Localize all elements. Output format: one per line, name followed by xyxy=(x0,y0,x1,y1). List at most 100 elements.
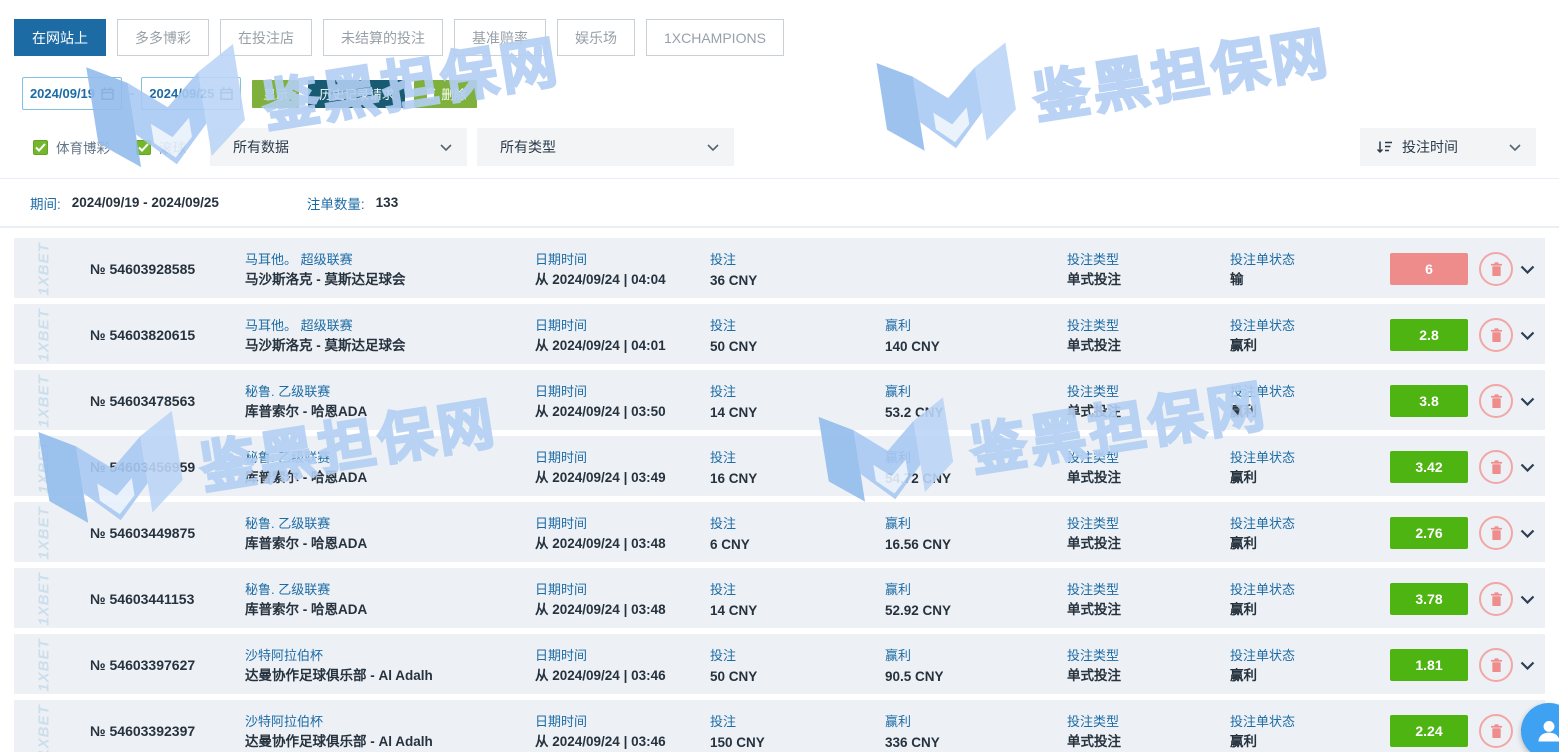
watermark-text: 鉴黑担保网 xyxy=(1027,8,1336,135)
tab[interactable]: 多多博彩 xyxy=(117,19,209,56)
history-request-button[interactable]: 历史记录请求 xyxy=(308,80,405,108)
bet-type-label: 投注类型 xyxy=(1067,447,1215,466)
league-link[interactable]: 秘鲁. 乙级联赛 xyxy=(245,579,520,598)
row-brand-watermark: 1XBET xyxy=(36,638,53,691)
check-icon xyxy=(35,143,46,152)
show-button[interactable]: 显示 xyxy=(252,80,299,108)
data-filter-dropdown[interactable]: 所有数据 xyxy=(210,128,467,166)
bet-amount-label: 投注 xyxy=(710,579,870,598)
tab[interactable]: 在投注店 xyxy=(220,19,312,56)
win-amount-value: 53.2 CNY xyxy=(885,405,1050,420)
league-link[interactable]: 沙特阿拉伯杯 xyxy=(245,711,520,730)
bet-type-value: 单式投注 xyxy=(1067,466,1215,486)
chevron-down-icon xyxy=(1520,265,1535,274)
win-amount-label: 赢利 xyxy=(885,315,1050,334)
person-icon xyxy=(1535,717,1559,745)
expand-row-button[interactable] xyxy=(1520,634,1545,696)
league-link[interactable]: 秘鲁. 乙级联赛 xyxy=(245,381,520,400)
datetime-value: 从 2024/09/24 | 04:01 xyxy=(535,334,695,354)
chevron-down-icon xyxy=(707,144,719,151)
league-link[interactable]: 秘鲁. 乙级联赛 xyxy=(245,513,520,532)
period-value: 2024/09/19 - 2024/09/25 xyxy=(72,195,219,210)
delete-bet-button[interactable] xyxy=(1479,384,1513,418)
live-checkbox-label[interactable]: 滚球 xyxy=(159,137,186,157)
bet-type-value: 单式投注 xyxy=(1067,598,1215,618)
expand-row-button[interactable] xyxy=(1520,568,1545,630)
league-link[interactable]: 马耳他。 超级联赛 xyxy=(245,315,520,334)
expand-row-button[interactable] xyxy=(1520,238,1545,300)
win-amount-value: 16.56 CNY xyxy=(885,537,1050,552)
sort-dropdown[interactable]: 投注时间 xyxy=(1360,128,1536,166)
bet-amount-value: 50 CNY xyxy=(710,669,870,684)
calendar-icon xyxy=(101,87,114,100)
datetime-value: 从 2024/09/24 | 03:46 xyxy=(535,664,695,684)
win-amount-label: 赢利 xyxy=(885,447,1050,466)
league-link[interactable]: 马耳他。 超级联赛 xyxy=(245,249,520,268)
bet-status-value: 赢利 xyxy=(1230,400,1373,420)
win-amount-label: 赢利 xyxy=(885,579,1050,598)
match-name: 达曼协作足球俱乐部 - Al Adalh xyxy=(245,730,520,750)
chevron-down-icon xyxy=(1520,529,1535,538)
summary-bar: 期间: 2024/09/19 - 2024/09/25 注单数量: 133 xyxy=(0,178,1559,228)
odds-badge: 2.24 xyxy=(1390,715,1468,747)
odds-badge: 1.81 xyxy=(1390,649,1468,681)
delete-bet-button[interactable] xyxy=(1479,516,1513,550)
sport-checkbox[interactable] xyxy=(33,140,48,155)
guarantee-logo-icon xyxy=(77,37,262,199)
delete-button[interactable]: 删除 xyxy=(414,80,477,108)
tab[interactable]: 娱乐场 xyxy=(557,19,635,56)
bet-number: № 54603456959 xyxy=(90,459,195,475)
bet-status-label: 投注单状态 xyxy=(1230,315,1373,334)
tab[interactable]: 未结算的投注 xyxy=(323,19,443,56)
bet-amount-value: 14 CNY xyxy=(710,405,870,420)
datetime-value: 从 2024/09/24 | 04:04 xyxy=(535,268,695,288)
match-name: 库普索尔 - 哈恩ADA xyxy=(245,400,520,420)
date-from-value: 2024/09/19 xyxy=(30,86,95,101)
tab-label: 多多博彩 xyxy=(135,28,191,48)
win-amount-label: 赢利 xyxy=(885,381,1050,400)
datetime-value: 从 2024/09/24 | 03:49 xyxy=(535,466,695,486)
bet-amount-label: 投注 xyxy=(710,645,870,664)
bet-status-value: 赢利 xyxy=(1230,730,1373,750)
bet-type-label: 投注类型 xyxy=(1067,711,1215,730)
row-brand-watermark: 1XBET xyxy=(36,374,53,427)
datetime-label: 日期时间 xyxy=(535,711,695,730)
league-link[interactable]: 沙特阿拉伯杯 xyxy=(245,645,520,664)
match-name: 库普索尔 - 哈恩ADA xyxy=(245,598,520,618)
date-to-input[interactable]: 2024/09/25 xyxy=(141,77,241,110)
bet-type-value: 单式投注 xyxy=(1067,400,1215,420)
bet-number: № 54603441153 xyxy=(90,591,194,607)
bet-number: № 54603392397 xyxy=(90,723,195,739)
odds-badge: 2.76 xyxy=(1390,517,1468,549)
expand-row-button[interactable] xyxy=(1520,370,1545,432)
delete-bet-button[interactable] xyxy=(1479,714,1513,748)
match-name: 马沙斯洛克 - 莫斯达足球会 xyxy=(245,334,520,354)
odds-badge: 2.8 xyxy=(1390,319,1468,351)
row-brand-watermark: 1XBET xyxy=(36,440,53,493)
odds-badge: 3.8 xyxy=(1390,385,1468,417)
tab[interactable]: 基准赔率 xyxy=(454,19,546,56)
bet-number: № 54603397627 xyxy=(90,657,195,673)
match-name: 马沙斯洛克 - 莫斯达足球会 xyxy=(245,268,520,288)
delete-bet-button[interactable] xyxy=(1479,648,1513,682)
datetime-value: 从 2024/09/24 | 03:50 xyxy=(535,400,695,420)
expand-row-button[interactable] xyxy=(1520,436,1545,498)
tab[interactable]: 1XCHAMPIONS xyxy=(646,19,784,56)
type-filter-dropdown[interactable]: 所有类型 xyxy=(477,128,734,166)
live-checkbox[interactable] xyxy=(136,140,151,155)
delete-bet-button[interactable] xyxy=(1479,582,1513,616)
delete-bet-button[interactable] xyxy=(1479,318,1513,352)
expand-row-button[interactable] xyxy=(1520,502,1545,564)
chevron-down-icon xyxy=(440,144,452,151)
bet-type-label: 投注类型 xyxy=(1067,579,1215,598)
bet-type-value: 单式投注 xyxy=(1067,532,1215,552)
date-from-input[interactable]: 2024/09/19 xyxy=(22,77,122,110)
expand-row-button[interactable] xyxy=(1520,304,1545,366)
delete-bet-button[interactable] xyxy=(1479,450,1513,484)
delete-bet-button[interactable] xyxy=(1479,252,1513,286)
sport-checkbox-label[interactable]: 体育博彩 xyxy=(56,137,110,157)
row-brand-watermark: 1XBET xyxy=(36,704,53,752)
tab[interactable]: 在网站上 xyxy=(14,19,106,56)
league-link[interactable]: 秘鲁. 乙级联赛 xyxy=(245,447,520,466)
odds-badge: 3.78 xyxy=(1390,583,1468,615)
